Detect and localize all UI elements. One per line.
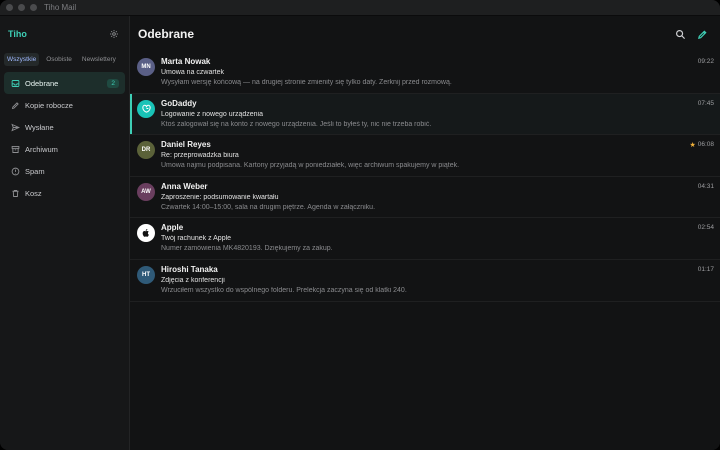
- sidebar-item-sent[interactable]: Wysłane: [0, 116, 129, 138]
- close-window-button[interactable]: [6, 4, 13, 11]
- title-bar: Tiho Mail: [0, 0, 720, 16]
- avatar-initials: MN: [141, 64, 151, 70]
- avatar-initials: HT: [142, 271, 150, 278]
- avatar: MN: [137, 58, 155, 76]
- message-sender: Hiroshi Tanaka: [161, 264, 218, 274]
- avatar: DR: [137, 141, 155, 160]
- avatar: HT: [137, 265, 155, 284]
- message-time: 09:22: [698, 58, 714, 65]
- sidebar: Tiho Wszystkie Osobiste Newslettery Odeb…: [0, 16, 130, 450]
- zoom-window-button[interactable]: [30, 4, 37, 11]
- message-time: 07:45: [698, 100, 714, 107]
- settings-gear-icon[interactable]: [108, 28, 120, 40]
- message-preview: Wrzuciłem wszystko do wspólnego folderu.…: [161, 286, 407, 294]
- time-text: 06:08: [697, 141, 714, 149]
- message-preview: Ktoś zalogował się na konto z nowego urz…: [161, 120, 432, 128]
- page-title: Odebrane: [138, 27, 195, 41]
- avatar: AW: [137, 182, 155, 201]
- message-row[interactable]: MN Marta Nowak 09:22 Umowa na czwartek W…: [130, 52, 720, 94]
- message-preview: Wysyłam wersję końcową — na drugiej stro…: [161, 79, 452, 86]
- sidebar-item-label: Kosz: [25, 188, 42, 198]
- app-window: Tiho Mail Tiho Wszystkie Osobiste Newsle…: [0, 0, 720, 450]
- message-preview: Czwartek 14:00–15:00, sala na drugim pię…: [161, 203, 376, 211]
- minimize-window-button[interactable]: [18, 4, 25, 11]
- message-time: 02:54: [698, 224, 714, 231]
- avatar: [137, 99, 155, 118]
- window-title: Tiho Mail: [44, 3, 77, 12]
- sidebar-item-label: Archiwum: [25, 144, 58, 154]
- sidebar-item-label: Kopie robocze: [25, 100, 73, 110]
- sidebar-item-trash[interactable]: Kosz: [0, 182, 129, 204]
- message-sender: Daniel Reyes: [161, 140, 211, 150]
- message-sender: Apple: [161, 223, 184, 233]
- message-row[interactable]: Apple 02:54 Twój rachunek z Apple Numer …: [130, 218, 720, 260]
- time-text: 09:22: [697, 58, 714, 65]
- avatar: [137, 224, 155, 243]
- window-controls: [0, 4, 37, 11]
- sidebar-item-inbox[interactable]: Odebrane 2: [4, 72, 125, 94]
- message-subject: Zaproszenie: podsumowanie kwartału: [161, 193, 279, 201]
- archive-icon: [10, 144, 20, 154]
- message-row[interactable]: HT Hiroshi Tanaka 01:17 Zdjęcia z konfer…: [130, 260, 720, 302]
- sidebar-item-label: Spam: [25, 166, 45, 176]
- filter-chip-newsletters[interactable]: Newslettery: [79, 53, 119, 66]
- trash-icon: [10, 188, 20, 198]
- time-text: 04:31: [697, 182, 714, 190]
- message-subject: Umowa na czwartek: [161, 69, 225, 76]
- message-subject: Twój rachunek z Apple: [161, 235, 232, 243]
- pencil-icon: [10, 100, 20, 110]
- star-icon[interactable]: ★: [689, 141, 695, 149]
- inbox-icon: [10, 78, 20, 88]
- message-sender: Anna Weber: [161, 181, 208, 191]
- folder-nav: Odebrane 2 Kopie robocze Wysłane Archiwu…: [0, 72, 129, 204]
- alert-circle-icon: [10, 166, 20, 176]
- godaddy-logo-icon: [141, 104, 151, 113]
- filter-chip-personal[interactable]: Osobiste: [43, 53, 75, 66]
- apple-logo-icon: [142, 229, 149, 238]
- search-icon[interactable]: [674, 28, 686, 40]
- message-row[interactable]: AW Anna Weber 04:31 Zaproszenie: podsumo…: [130, 177, 720, 219]
- filter-chip-all[interactable]: Wszystkie: [4, 53, 40, 66]
- filter-chips: Wszystkie Osobiste Newslettery: [0, 53, 129, 66]
- sidebar-item-label: Odebrane: [25, 78, 59, 88]
- brand-name: Tiho: [8, 29, 27, 39]
- unread-count-badge: 2: [107, 78, 119, 88]
- compose-pencil-icon[interactable]: [696, 28, 708, 40]
- send-icon: [10, 122, 20, 132]
- message-preview: Umowa najmu podpisana. Kartony przyjadą …: [161, 162, 460, 170]
- message-subject: Logowanie z nowego urządzenia: [161, 110, 263, 118]
- message-subject: Zdjęcia z konferencji: [161, 276, 225, 284]
- time-text: 07:45: [697, 99, 714, 107]
- message-list-pane: Odebrane MN Marta Nowak 09:22 Umowa na c…: [130, 16, 720, 450]
- message-time: ★ 06:08: [689, 141, 714, 149]
- message-row[interactable]: DR Daniel Reyes ★ 06:08 Re: przeprowadzk…: [130, 135, 720, 177]
- message-time: 01:17: [698, 266, 714, 273]
- sidebar-item-label: Wysłane: [25, 122, 54, 132]
- message-time: 04:31: [698, 183, 714, 190]
- avatar-initials: AW: [141, 188, 151, 195]
- sidebar-item-archive[interactable]: Archiwum: [0, 138, 129, 160]
- sidebar-item-drafts[interactable]: Kopie robocze: [0, 94, 129, 116]
- message-subject: Re: przeprowadzka biura: [161, 152, 239, 160]
- message-sender: Marta Nowak: [161, 57, 211, 66]
- avatar-initials: DR: [141, 147, 151, 154]
- time-text: 01:17: [697, 265, 714, 273]
- sidebar-item-spam[interactable]: Spam: [0, 160, 129, 182]
- message-sender: GoDaddy: [161, 98, 197, 108]
- message-list: MN Marta Nowak 09:22 Umowa na czwartek W…: [130, 52, 720, 302]
- message-row-selected[interactable]: GoDaddy 07:45 Logowanie z nowego urządze…: [130, 93, 720, 136]
- message-preview: Numer zamówienia MK4820193. Dziękujemy z…: [161, 245, 333, 253]
- time-text: 02:54: [697, 224, 714, 232]
